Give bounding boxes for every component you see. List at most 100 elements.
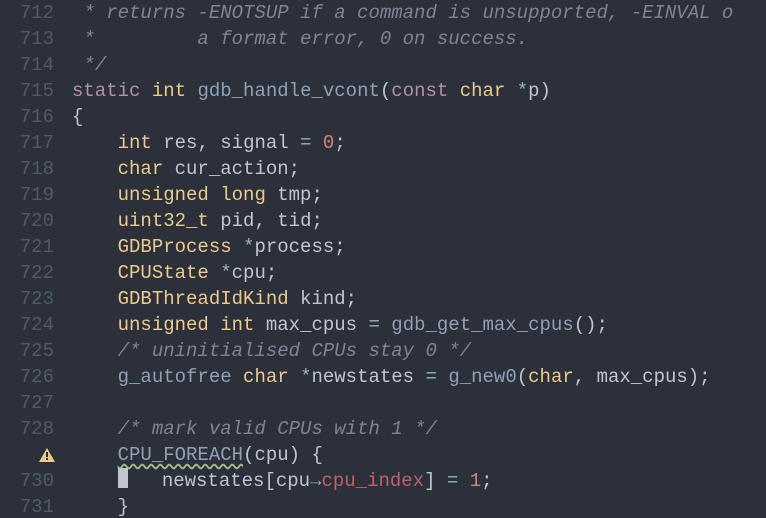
code-token: ) { (289, 444, 323, 466)
line-number: 717 (0, 130, 54, 156)
code-line[interactable]: { (72, 104, 766, 130)
code-token: ; (481, 470, 492, 492)
code-line[interactable]: g_autofree char *newstates = g_new0(char… (72, 364, 766, 390)
code-line[interactable]: CPUState *cpu; (72, 260, 766, 286)
code-token: ); (688, 366, 711, 388)
line-number: 727 (0, 390, 54, 416)
code-token: ; (266, 262, 277, 284)
code-token: ] (424, 470, 447, 492)
code-token (505, 80, 516, 102)
code-token: * a format error, 0 on success. (72, 28, 528, 50)
code-token: [ (264, 470, 275, 492)
code-line[interactable]: GDBThreadIdKind kind; (72, 286, 766, 312)
code-line[interactable]: newstates[cpu→cpu_index] = 1; (72, 468, 766, 494)
code-token (209, 184, 220, 206)
code-line[interactable]: static int gdb_handle_vcont(const char *… (72, 78, 766, 104)
code-line[interactable]: */ (72, 52, 766, 78)
code-token: signal (220, 132, 288, 154)
code-token: res (163, 132, 197, 154)
code-token: ( (517, 366, 528, 388)
code-line[interactable]: char cur_action; (72, 156, 766, 182)
code-line[interactable]: } (72, 494, 766, 518)
code-token: = (300, 132, 311, 154)
code-token: ; (334, 236, 345, 258)
code-token: CPUState (118, 262, 209, 284)
code-token: CPU_FOREACH (118, 444, 243, 466)
code-line[interactable]: * returns -ENOTSUP if a command is unsup… (72, 0, 766, 26)
code-token: cpu (276, 470, 310, 492)
line-number: 731 (0, 494, 54, 518)
code-token: , (197, 132, 220, 154)
code-line[interactable]: CPU_FOREACH(cpu) { (72, 442, 766, 468)
code-line[interactable] (72, 390, 766, 416)
line-number: 728 (0, 416, 54, 442)
code-token: = (426, 366, 437, 388)
code-token (414, 366, 425, 388)
line-number: 713 (0, 26, 54, 52)
code-token: { (72, 106, 83, 128)
code-token (312, 132, 323, 154)
code-token: const (391, 80, 448, 102)
code-token (186, 80, 197, 102)
code-token (209, 262, 220, 284)
code-token: , (254, 210, 277, 232)
line-number: 718 (0, 156, 54, 182)
code-token: /* uninitialised CPUs stay 0 */ (118, 340, 471, 362)
code-token: 0 (323, 132, 334, 154)
code-token: ) (540, 80, 551, 102)
code-token: 1 (470, 470, 481, 492)
code-token: tid (277, 210, 311, 232)
code-token (289, 366, 300, 388)
code-token: = (447, 470, 458, 492)
code-editor[interactable]: 7127137147157167177187197207217227237247… (0, 0, 766, 518)
code-line[interactable]: unsigned int max_cpus = gdb_get_max_cpus… (72, 312, 766, 338)
line-number: 715 (0, 78, 54, 104)
code-token: max_cpus (597, 366, 688, 388)
text-cursor (118, 468, 128, 488)
line-number: 724 (0, 312, 54, 338)
code-token: cpu (232, 262, 266, 284)
code-token (72, 158, 118, 180)
code-token (437, 366, 448, 388)
code-line[interactable]: * a format error, 0 on success. (72, 26, 766, 52)
code-line[interactable]: unsigned long tmp; (72, 182, 766, 208)
code-token: gdb_get_max_cpus (391, 314, 573, 336)
code-line[interactable]: GDBProcess *process; (72, 234, 766, 260)
code-token: } (72, 496, 129, 518)
code-token: g_autofree (118, 366, 232, 388)
code-token (72, 132, 118, 154)
code-token (209, 314, 220, 336)
code-token (266, 184, 277, 206)
code-token (380, 314, 391, 336)
code-line[interactable]: /* mark valid CPUs with 1 */ (72, 416, 766, 442)
code-token: */ (72, 54, 106, 76)
code-token (448, 80, 459, 102)
code-token: kind (300, 288, 346, 310)
code-token: char (460, 80, 506, 102)
code-token: unsigned (118, 314, 209, 336)
code-line[interactable]: int res, signal = 0; (72, 130, 766, 156)
line-number: 720 (0, 208, 54, 234)
code-token: cpu (254, 444, 288, 466)
code-line[interactable]: uint32_t pid, tid; (72, 208, 766, 234)
code-token: ; (346, 288, 357, 310)
code-line[interactable]: /* uninitialised CPUs stay 0 */ (72, 338, 766, 364)
code-token (232, 366, 243, 388)
code-area[interactable]: * returns -ENOTSUP if a command is unsup… (64, 0, 766, 518)
code-token: int (220, 314, 254, 336)
code-token: newstates (128, 470, 265, 492)
code-token: * (517, 80, 528, 102)
code-token (357, 314, 368, 336)
code-token: ; (311, 184, 322, 206)
line-number: 712 (0, 0, 54, 26)
code-token: * (243, 236, 254, 258)
warning-icon[interactable] (38, 442, 56, 468)
line-number: 722 (0, 260, 54, 286)
code-token: → (310, 470, 321, 492)
code-token (163, 158, 174, 180)
code-token: max_cpus (266, 314, 357, 336)
line-number: 721 (0, 234, 54, 260)
code-token: ( (380, 80, 391, 102)
code-token: int (152, 80, 186, 102)
line-number: 730 (0, 468, 54, 494)
